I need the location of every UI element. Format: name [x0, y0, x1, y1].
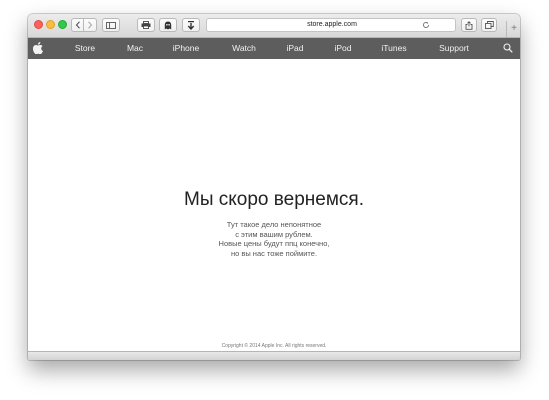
back-icon [75, 21, 80, 29]
maintenance-message: Тут такое дело непонятное с этим вашим р… [174, 220, 374, 258]
print-icon [141, 21, 151, 29]
share-button[interactable] [461, 18, 477, 32]
page-content: Мы скоро вернемся. Тут такое дело непоня… [28, 59, 520, 351]
nav-mac[interactable]: Mac [124, 38, 146, 59]
new-tab-button[interactable]: + [506, 21, 520, 37]
copyright-text: Copyright © 2014 Apple Inc. All rights r… [221, 343, 327, 349]
show-tabs-button[interactable] [481, 18, 497, 32]
browser-toolbar: store.apple.com + [28, 14, 520, 38]
browser-status-bar [28, 351, 520, 360]
address-bar[interactable]: store.apple.com [206, 18, 456, 32]
sidebar-icon [106, 21, 116, 29]
back-button[interactable] [71, 18, 84, 32]
close-window-button[interactable] [34, 20, 43, 29]
reload-icon[interactable] [422, 21, 430, 29]
tabs-icon [484, 21, 494, 29]
message-line: Тут такое дело непонятное [226, 220, 322, 229]
nav-store[interactable]: Store [74, 38, 96, 59]
share-icon [465, 20, 473, 30]
message-line: с этим вашим рублем. [235, 229, 313, 239]
download-button[interactable] [182, 18, 200, 32]
ghostery-icon [164, 21, 172, 29]
global-nav: Store Mac iPhone Watch iPad iPod iTunes … [28, 38, 520, 59]
nav-watch[interactable]: Watch [230, 38, 258, 59]
nav-itunes[interactable]: iTunes [380, 38, 408, 59]
forward-icon [88, 21, 93, 29]
sidebar-button[interactable] [102, 18, 120, 32]
apple-logo-icon[interactable] [33, 42, 43, 54]
nav-support[interactable]: Support [436, 38, 472, 59]
message-line: но вы нас тоже поймите. [230, 248, 318, 258]
download-icon [187, 20, 195, 30]
nav-ipad[interactable]: iPad [285, 38, 305, 59]
browser-window: store.apple.com + Store Mac iPhone Watch… [28, 14, 520, 360]
search-icon[interactable] [503, 43, 513, 53]
ghostery-button[interactable] [159, 18, 177, 32]
message-line: Новые цены будут ппц конечно, [218, 239, 330, 248]
print-button[interactable] [137, 18, 155, 32]
nav-ipod[interactable]: iPod [333, 38, 353, 59]
address-url[interactable]: store.apple.com [207, 19, 457, 31]
nav-iphone[interactable]: iPhone [171, 38, 201, 59]
forward-button[interactable] [84, 18, 97, 32]
minimize-window-button[interactable] [46, 20, 55, 29]
zoom-window-button[interactable] [58, 20, 67, 29]
page-title: Мы скоро вернемся. [184, 189, 364, 210]
